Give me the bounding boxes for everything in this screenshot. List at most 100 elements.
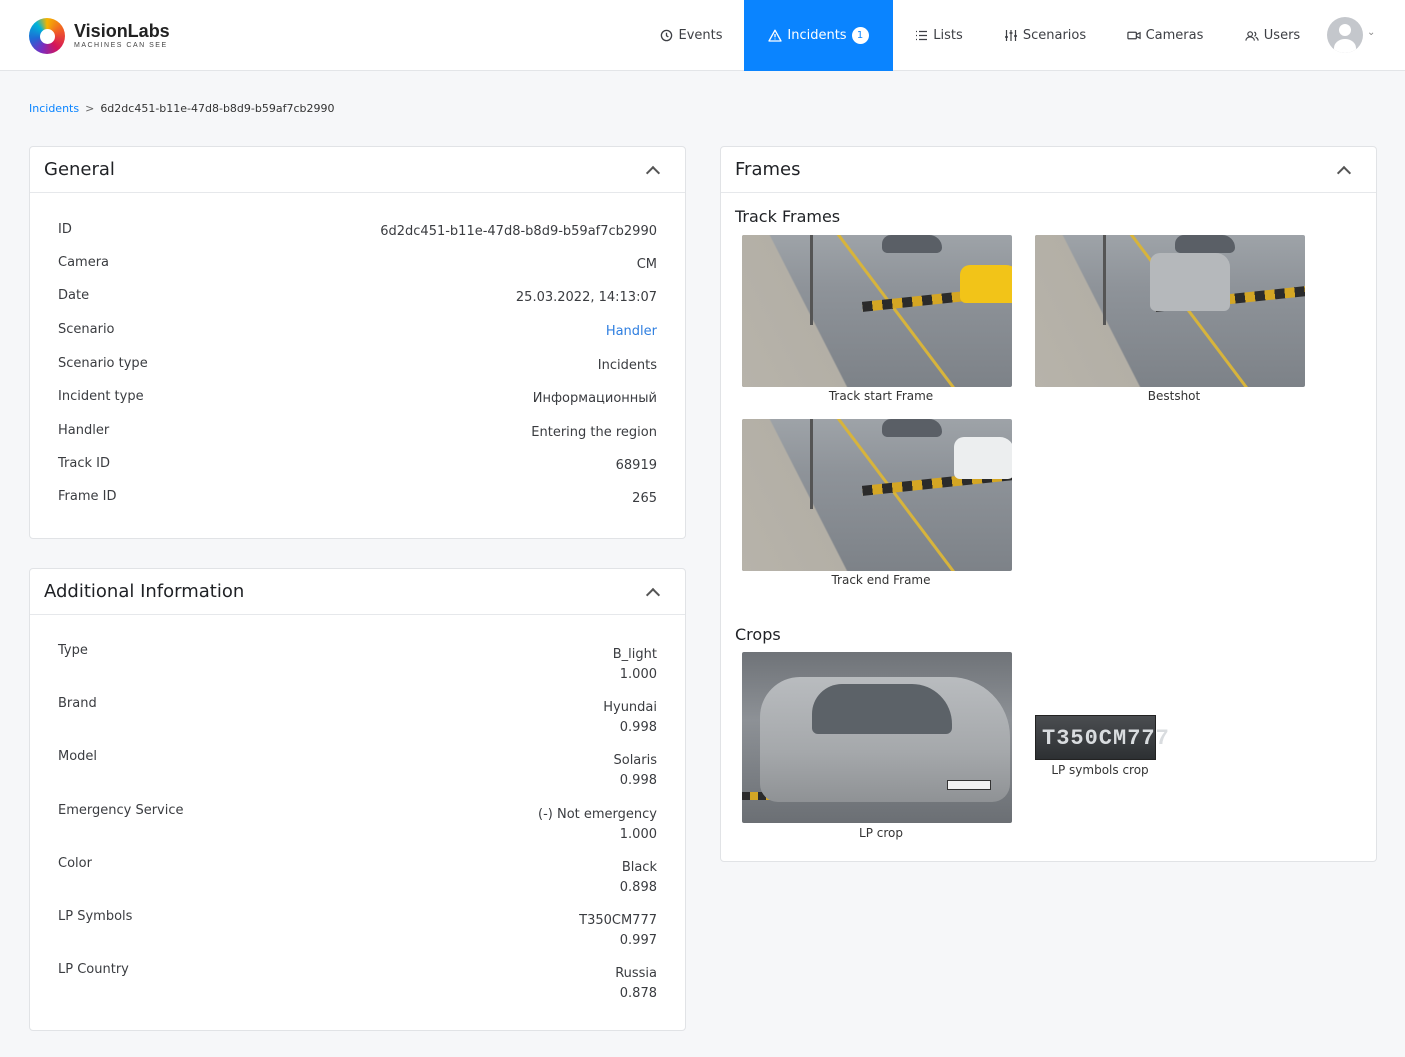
field-row-date: Date 25.03.2022, 14:13:07 [58,288,657,305]
brand-logo[interactable]: VisionLabs MACHINES CAN SEE [29,18,170,54]
collapse-chevron-icon[interactable] [645,163,659,177]
field-label: Color [58,856,92,871]
field-label: ID [58,222,72,237]
bestshot-caption: Bestshot [1147,389,1201,403]
frames-card: Frames Track Frames Track start Frame Be… [720,146,1377,862]
field-label: Incident type [58,389,144,404]
logo-icon [29,18,65,54]
field-row-camera: Camera CM [58,255,657,272]
additional-info-card-header[interactable]: Additional Information [30,569,685,615]
field-row-handler: Handler Entering the region [58,423,657,440]
top-header: VisionLabs MACHINES CAN SEE Events Incid… [0,0,1405,71]
collapse-chevron-icon[interactable] [1336,163,1350,177]
general-card-header[interactable]: General [30,147,685,193]
nav-users[interactable]: Users [1234,0,1311,71]
field-row-scenario: Scenario Handler [58,322,657,339]
field-value: 265 [632,491,657,506]
field-value: Russia [615,966,657,981]
breadcrumb-current: 6d2dc451-b11e-47d8-b8d9-b59af7cb2990 [100,102,335,115]
general-card-title: General [44,159,115,180]
attr-row-emergency-service: Emergency Service (-) Not emergency 1.00… [58,803,657,845]
additional-info-card: Additional Information Type B_light 1.00… [29,568,686,1031]
field-value: 6d2dc451-b11e-47d8-b8d9-b59af7cb2990 [380,224,657,239]
attr-row-type: Type B_light 1.000 [58,643,657,685]
field-row-frame-id: Frame ID 265 [58,489,657,506]
field-label: Frame ID [58,489,117,504]
field-value: CM [636,257,657,272]
field-value: Hyundai [603,700,657,715]
field-value: Black [621,860,657,875]
field-score: 0.998 [619,773,657,788]
sliders-icon [1004,29,1018,43]
clock-icon [659,29,673,43]
field-score: 1.000 [619,827,657,842]
nav-events-label: Events [678,28,723,43]
lp-symbols-crop-caption: LP symbols crop [1051,763,1149,777]
frames-card-title: Frames [735,159,801,180]
additional-info-card-title: Additional Information [44,581,245,602]
field-score: 1.000 [619,667,657,682]
brand-name: VisionLabs [74,21,170,41]
nav-incidents-label: Incidents [787,28,847,43]
field-label: Date [58,288,90,303]
nav-users-label: Users [1263,28,1301,43]
attr-row-lp-country: LP Country Russia 0.878 [58,962,657,1004]
chevron-down-icon[interactable]: ⌄ [1367,27,1375,38]
field-label: Camera [58,255,110,270]
field-label: Scenario type [58,356,148,371]
field-value: Solaris [613,753,657,768]
brand-tagline: MACHINES CAN SEE [74,42,168,49]
breadcrumb: Incidents > 6d2dc451-b11e-47d8-b8d9-b59a… [29,102,335,115]
nav-lists[interactable]: Lists [905,0,972,71]
field-label: Emergency Service [58,803,184,818]
field-label: Track ID [58,456,110,471]
nav-cameras-label: Cameras [1145,28,1204,43]
track-end-frame-image[interactable] [742,419,1012,571]
nav-cameras[interactable]: Cameras [1117,0,1213,71]
field-value: Incidents [597,358,657,373]
nav-scenarios[interactable]: Scenarios [995,0,1095,71]
plate-text: T350CM777 [1042,726,1170,751]
collapse-chevron-icon[interactable] [645,585,659,599]
field-label: LP Symbols [58,909,133,924]
frames-card-header[interactable]: Frames [721,147,1376,193]
field-label: Type [58,643,88,658]
field-value: 68919 [615,458,657,473]
breadcrumb-incidents-link[interactable]: Incidents [29,102,79,115]
warning-icon [768,29,783,43]
field-row-incident-type: Incident type Информационный [58,389,657,406]
bestshot-image[interactable] [1035,235,1305,387]
user-avatar[interactable] [1327,17,1363,53]
track-start-caption: Track start Frame [828,389,934,403]
list-icon [914,29,928,43]
attr-row-color: Color Black 0.898 [58,856,657,898]
field-row-scenario-type: Scenario type Incidents [58,356,657,373]
track-end-caption: Track end Frame [831,573,931,587]
lp-symbols-crop-image[interactable]: T350CM777 [1035,715,1169,760]
field-value: B_light [612,647,657,662]
general-card: General ID 6d2dc451-b11e-47d8-b8d9-b59af… [29,146,686,539]
scenario-link[interactable]: Handler [606,324,657,339]
video-camera-icon [1126,29,1141,43]
field-label: Model [58,749,98,764]
field-score: 0.997 [619,933,657,948]
nav-lists-label: Lists [933,28,963,43]
lp-crop-image[interactable] [742,652,1012,823]
field-value: Entering the region [531,425,657,440]
field-label: Scenario [58,322,115,337]
nav-events[interactable]: Events [650,0,732,71]
field-label: Brand [58,696,97,711]
field-label: Handler [58,423,110,438]
nav-incidents[interactable]: Incidents 1 [744,0,893,71]
field-label: LP Country [58,962,129,977]
attr-row-model: Model Solaris 0.998 [58,749,657,791]
field-score: 0.878 [619,986,657,1001]
incidents-count-badge: 1 [851,27,869,44]
track-start-frame-image[interactable] [742,235,1012,387]
nav-scenarios-label: Scenarios [1022,28,1087,43]
field-score: 0.998 [619,720,657,735]
users-icon [1245,29,1259,43]
attr-row-lp-symbols: LP Symbols T350CM777 0.997 [58,909,657,951]
field-row-track-id: Track ID 68919 [58,456,657,473]
field-value: (-) Not emergency [538,807,657,822]
